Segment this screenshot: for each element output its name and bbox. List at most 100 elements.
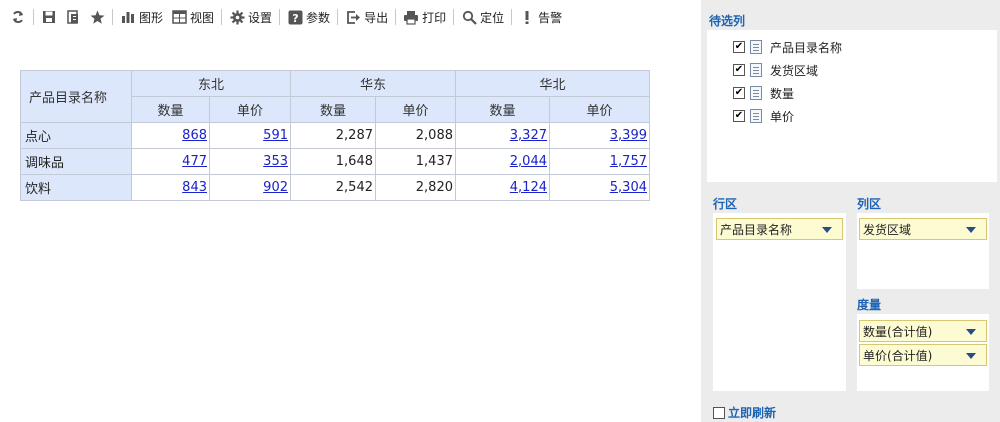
view-button[interactable]: 视图 xyxy=(167,6,218,28)
table-cell[interactable]: 5,304 xyxy=(549,174,650,201)
dropdown-arrow-icon[interactable] xyxy=(822,227,832,233)
candidate-item[interactable]: ✔ 发货区域 xyxy=(733,62,818,78)
table-cell: 2,088 xyxy=(375,122,456,149)
region-header[interactable]: 东北 xyxy=(131,70,291,97)
refresh-label: 立即刷新 xyxy=(728,406,777,420)
row-field-chip[interactable]: 产品目录名称 xyxy=(716,218,843,240)
candidate-label: 数量 xyxy=(770,86,795,101)
checkbox[interactable]: ✔ xyxy=(733,64,745,76)
col-field-chip[interactable]: 发货区域 xyxy=(859,218,987,240)
cell-link[interactable]: 2,044 xyxy=(510,154,547,169)
measure-header[interactable]: 数量 xyxy=(290,96,376,123)
cell-link[interactable]: 1,757 xyxy=(610,154,647,169)
save-as-button[interactable] xyxy=(61,6,85,28)
row-header[interactable]: 点心 xyxy=(20,122,132,149)
table-cell[interactable]: 3,399 xyxy=(549,122,650,149)
measure-area-title: 度量 xyxy=(857,298,882,312)
table-view-icon xyxy=(171,9,187,25)
settings-button[interactable]: 设置 xyxy=(225,6,276,28)
table-cell[interactable]: 591 xyxy=(209,122,291,149)
cell-link[interactable]: 5,304 xyxy=(610,180,647,195)
cell-link[interactable]: 902 xyxy=(263,180,288,195)
view-label: 视图 xyxy=(190,10,215,25)
table-cell[interactable]: 3,327 xyxy=(455,122,550,149)
measure-field-chip[interactable]: 数量(合计值) xyxy=(859,320,987,342)
candidates-list: ✔ 产品目录名称 ✔ 发货区域 ✔ 数量 ✔ 单价 xyxy=(707,30,997,182)
table-cell[interactable]: 477 xyxy=(131,148,210,175)
row-header[interactable]: 饮料 xyxy=(20,174,132,201)
row-dimension-header[interactable]: 产品目录名称 xyxy=(20,70,132,123)
table-row: 点心 868 591 2,287 2,088 3,327 3,399 xyxy=(20,122,650,149)
row-header[interactable]: 调味品 xyxy=(20,148,132,175)
candidate-item[interactable]: ✔ 产品目录名称 xyxy=(733,39,842,55)
toolbar-divider xyxy=(453,9,455,25)
export-button[interactable]: 导出 xyxy=(341,6,392,28)
dropdown-arrow-icon[interactable] xyxy=(966,353,976,359)
table-cell: 2,820 xyxy=(375,174,456,201)
star-icon xyxy=(89,9,105,25)
table-cell[interactable]: 868 xyxy=(131,122,210,149)
help-icon: ? xyxy=(287,9,303,25)
table-cell: 1,437 xyxy=(375,148,456,175)
refresh-button[interactable] xyxy=(6,6,30,28)
checkbox[interactable]: ✔ xyxy=(733,110,745,122)
candidates-title: 待选列 xyxy=(709,14,746,28)
col-field-label: 发货区域 xyxy=(863,222,912,237)
field-icon xyxy=(750,86,762,100)
locate-button[interactable]: 定位 xyxy=(457,6,508,28)
dropdown-arrow-icon[interactable] xyxy=(966,329,976,335)
region-header[interactable]: 华东 xyxy=(290,70,456,97)
measure-area[interactable]: 数量(合计值) 单价(合计值) xyxy=(857,314,989,391)
print-button[interactable]: 打印 xyxy=(399,6,450,28)
region-header[interactable]: 华北 xyxy=(455,70,650,97)
toolbar: 图形 视图 设置 ? 参数 导出 打印 定位 告警 xyxy=(0,0,700,34)
auto-refresh-toggle[interactable]: 立即刷新 xyxy=(713,404,776,421)
row-area-title: 行区 xyxy=(713,197,738,211)
cell-link[interactable]: 353 xyxy=(263,154,288,169)
candidate-item[interactable]: ✔ 数量 xyxy=(733,85,794,101)
measure-header[interactable]: 数量 xyxy=(131,96,210,123)
measure-header[interactable]: 单价 xyxy=(375,96,456,123)
field-icon xyxy=(750,63,762,77)
checkbox[interactable]: ✔ xyxy=(733,41,745,53)
candidate-item[interactable]: ✔ 单价 xyxy=(733,108,794,124)
params-button[interactable]: ? 参数 xyxy=(283,6,334,28)
measure-field-chip[interactable]: 单价(合计值) xyxy=(859,344,987,366)
settings-label: 设置 xyxy=(248,10,273,25)
candidate-label: 产品目录名称 xyxy=(770,40,843,55)
row-area[interactable]: 产品目录名称 xyxy=(713,213,846,391)
measure-header[interactable]: 单价 xyxy=(549,96,650,123)
export-icon xyxy=(345,9,361,25)
table-cell[interactable]: 353 xyxy=(209,148,291,175)
save-button[interactable] xyxy=(37,6,61,28)
chart-button[interactable]: 图形 xyxy=(116,6,167,28)
cell-link[interactable]: 843 xyxy=(182,180,207,195)
checkbox[interactable]: ✔ xyxy=(733,87,745,99)
field-icon xyxy=(750,109,762,123)
col-area[interactable]: 发货区域 xyxy=(857,213,989,289)
exclamation-icon xyxy=(519,9,535,25)
cell-link[interactable]: 591 xyxy=(263,128,288,143)
toolbar-divider xyxy=(279,9,281,25)
cell-link[interactable]: 868 xyxy=(182,128,207,143)
refresh-icon xyxy=(10,9,26,25)
alert-button[interactable]: 告警 xyxy=(515,6,566,28)
table-cell[interactable]: 2,044 xyxy=(455,148,550,175)
table-row: 调味品 477 353 1,648 1,437 2,044 1,757 xyxy=(20,148,650,175)
dropdown-arrow-icon[interactable] xyxy=(966,227,976,233)
cell-link[interactable]: 3,399 xyxy=(610,128,647,143)
table-cell[interactable]: 4,124 xyxy=(455,174,550,201)
cell-link[interactable]: 4,124 xyxy=(510,180,547,195)
table-cell[interactable]: 902 xyxy=(209,174,291,201)
table-cell[interactable]: 1,757 xyxy=(549,148,650,175)
candidate-label: 单价 xyxy=(770,109,795,124)
table-cell[interactable]: 843 xyxy=(131,174,210,201)
toolbar-divider xyxy=(395,9,397,25)
refresh-checkbox[interactable] xyxy=(713,406,725,419)
search-icon xyxy=(461,9,477,25)
measure-header[interactable]: 数量 xyxy=(455,96,550,123)
cell-link[interactable]: 477 xyxy=(182,154,207,169)
cell-link[interactable]: 3,327 xyxy=(510,128,547,143)
favorite-button[interactable] xyxy=(85,6,109,28)
measure-header[interactable]: 单价 xyxy=(209,96,291,123)
